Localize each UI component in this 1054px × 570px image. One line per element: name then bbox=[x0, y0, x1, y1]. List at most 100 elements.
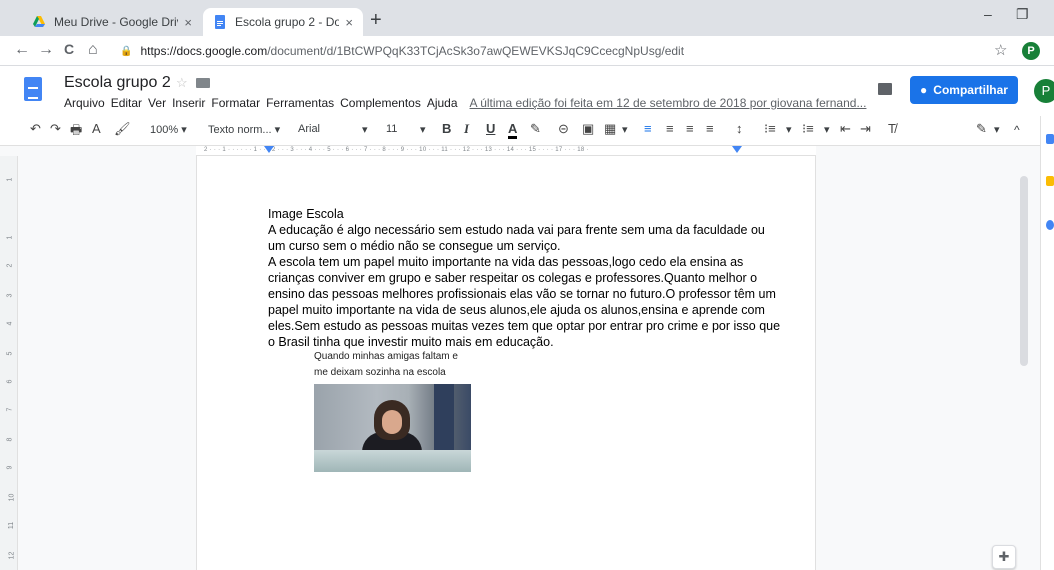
tasks-icon[interactable] bbox=[1046, 220, 1054, 230]
vruler-number: 11 bbox=[8, 521, 16, 530]
chevron-down-icon[interactable]: ▾ bbox=[362, 123, 368, 136]
vruler-number: 8 bbox=[6, 437, 14, 442]
restore-button[interactable]: ❐ bbox=[1016, 6, 1029, 23]
line-spacing-icon[interactable]: ↕ bbox=[736, 121, 743, 136]
numbered-list-icon[interactable]: ⁝≡ bbox=[764, 121, 776, 137]
chevron-down-icon[interactable]: ▾ bbox=[786, 123, 792, 136]
horizontal-ruler[interactable]: 2 · · · 1 · · · · · · 1 · · · 2 · · · 3 … bbox=[196, 146, 816, 156]
vruler-number: 1 bbox=[6, 177, 14, 182]
keep-icon[interactable] bbox=[1046, 176, 1054, 186]
tab-escola-grupo-2[interactable]: Escola grupo 2 - Documentos Go × bbox=[203, 8, 363, 36]
document-title[interactable]: Escola grupo 2 bbox=[64, 74, 171, 92]
text-line: A escola tem um papel muito importante n… bbox=[268, 255, 744, 269]
back-icon[interactable]: ← bbox=[14, 41, 30, 59]
paint-format-icon[interactable]: 🖌 bbox=[114, 121, 131, 137]
spellcheck-icon[interactable]: A bbox=[92, 121, 101, 136]
clear-formatting-icon[interactable]: T̸ bbox=[888, 121, 896, 136]
formatting-toolbar: ↶ ↷ 🖶 A 🖌 100% ▾ Texto norm... ▾ Arial ▾… bbox=[0, 116, 1054, 146]
menu-formatar[interactable]: Formatar bbox=[211, 96, 260, 110]
google-docs-icon bbox=[215, 15, 225, 29]
left-indent-marker[interactable] bbox=[264, 146, 274, 153]
text-line: Image Escola bbox=[268, 207, 344, 221]
align-right-icon[interactable]: ≡ bbox=[686, 121, 694, 136]
insert-image-icon[interactable]: ▦ bbox=[604, 121, 616, 137]
menu-ajuda[interactable]: Ajuda bbox=[427, 96, 458, 110]
vruler-number: 5 bbox=[6, 351, 14, 356]
comment-history-icon[interactable] bbox=[878, 83, 892, 95]
address-bar-row: ← → C ⌂ 🔒 https://docs.google.com/docume… bbox=[0, 36, 1054, 66]
undo-icon[interactable]: ↶ bbox=[30, 121, 41, 137]
add-comment-icon[interactable]: ▣ bbox=[582, 121, 594, 137]
right-indent-marker[interactable] bbox=[732, 146, 742, 153]
new-tab-button[interactable]: + bbox=[370, 9, 382, 32]
caption-line: Quando minhas amigas faltam e bbox=[314, 351, 458, 362]
bold-button[interactable]: B bbox=[442, 121, 451, 136]
vruler-number: 1 bbox=[6, 235, 14, 240]
tab-google-drive[interactable]: Meu Drive - Google Drive × bbox=[22, 8, 202, 36]
person-add-icon: ● bbox=[920, 83, 928, 97]
explore-icon[interactable]: ✚ bbox=[992, 545, 1016, 569]
font-size-select[interactable]: 11 bbox=[386, 123, 397, 135]
menu-editar[interactable]: Editar bbox=[111, 96, 142, 110]
browser-profile-avatar[interactable]: P bbox=[1022, 42, 1040, 60]
font-value: Arial bbox=[298, 123, 321, 135]
text-line: crianças conviver em grupo e saber respe… bbox=[268, 271, 758, 285]
editing-mode-icon[interactable]: ✎ bbox=[976, 121, 987, 137]
align-center-icon[interactable]: ≡ bbox=[666, 121, 674, 136]
align-left-icon[interactable]: ≡ bbox=[644, 121, 652, 136]
vruler-number: 12 bbox=[8, 551, 16, 560]
close-icon[interactable]: × bbox=[345, 15, 353, 30]
style-select[interactable]: Texto norm... ▾ bbox=[208, 123, 280, 136]
bulleted-list-icon[interactable]: ⁝≡ bbox=[802, 121, 814, 137]
last-edit-link[interactable]: A última edição foi feita em 12 de setem… bbox=[470, 96, 867, 110]
minimize-button[interactable]: – bbox=[984, 6, 992, 22]
underline-button[interactable]: U bbox=[486, 121, 495, 136]
font-size-value: 11 bbox=[386, 123, 398, 135]
zoom-select[interactable]: 100% ▾ bbox=[150, 123, 187, 136]
italic-button[interactable]: I bbox=[464, 121, 469, 137]
star-icon[interactable]: ☆ bbox=[176, 75, 188, 91]
chevron-down-icon[interactable]: ▾ bbox=[994, 123, 1000, 136]
chevron-down-icon[interactable]: ▾ bbox=[420, 123, 426, 136]
link-icon[interactable]: ⊝ bbox=[558, 121, 569, 137]
folder-icon[interactable] bbox=[196, 78, 210, 88]
reload-icon[interactable]: C bbox=[64, 41, 74, 57]
print-icon[interactable]: 🖶 bbox=[70, 121, 82, 143]
vruler-number: 9 bbox=[6, 465, 14, 470]
embedded-photo[interactable] bbox=[314, 384, 471, 472]
user-avatar[interactable]: P bbox=[1034, 79, 1054, 103]
font-select[interactable]: Arial bbox=[298, 123, 320, 135]
chevron-down-icon: ▾ bbox=[274, 124, 281, 136]
highlight-icon[interactable]: ✎ bbox=[530, 121, 541, 137]
home-icon[interactable]: ⌂ bbox=[88, 41, 98, 59]
decrease-indent-icon[interactable]: ⇤ bbox=[840, 121, 851, 137]
vruler-number: 4 bbox=[6, 321, 14, 326]
calendar-icon[interactable] bbox=[1046, 134, 1054, 144]
collapse-menu-icon[interactable]: ^ bbox=[1014, 123, 1020, 137]
chevron-down-icon[interactable]: ▾ bbox=[622, 123, 628, 136]
menu-complementos[interactable]: Complementos bbox=[340, 96, 421, 110]
vruler-number: 2 bbox=[6, 263, 14, 268]
docs-logo-icon[interactable] bbox=[24, 77, 42, 101]
menu-bar: Arquivo Editar Ver Inserir Formatar Ferr… bbox=[64, 96, 872, 110]
align-justify-icon[interactable]: ≡ bbox=[706, 121, 714, 136]
menu-arquivo[interactable]: Arquivo bbox=[64, 96, 105, 110]
bookmark-star-icon[interactable]: ☆ bbox=[994, 41, 1007, 59]
text-color-button[interactable]: A bbox=[508, 121, 518, 139]
menu-ferramentas[interactable]: Ferramentas bbox=[266, 96, 334, 110]
menu-ver[interactable]: Ver bbox=[148, 96, 166, 110]
text-line: o Brasil tinha que investir muito mais e… bbox=[268, 335, 554, 349]
browser-tabstrip: Meu Drive - Google Drive × Escola grupo … bbox=[0, 0, 1054, 36]
close-icon[interactable]: × bbox=[184, 15, 192, 30]
url-bar[interactable]: 🔒 https://docs.google.com/document/d/1Bt… bbox=[120, 39, 1020, 63]
vertical-scrollbar[interactable] bbox=[1020, 176, 1028, 366]
share-label: Compartilhar bbox=[933, 83, 1008, 97]
forward-icon[interactable]: → bbox=[38, 41, 54, 59]
text-line: um curso sem o médio não se consegue um … bbox=[268, 239, 561, 253]
chevron-down-icon[interactable]: ▾ bbox=[824, 123, 830, 136]
increase-indent-icon[interactable]: ⇥ bbox=[860, 121, 871, 137]
share-button[interactable]: ● Compartilhar bbox=[910, 76, 1018, 104]
redo-icon[interactable]: ↷ bbox=[50, 121, 61, 137]
document-body[interactable]: Image Escola A educação é algo necessári… bbox=[268, 206, 780, 350]
menu-inserir[interactable]: Inserir bbox=[172, 96, 205, 110]
